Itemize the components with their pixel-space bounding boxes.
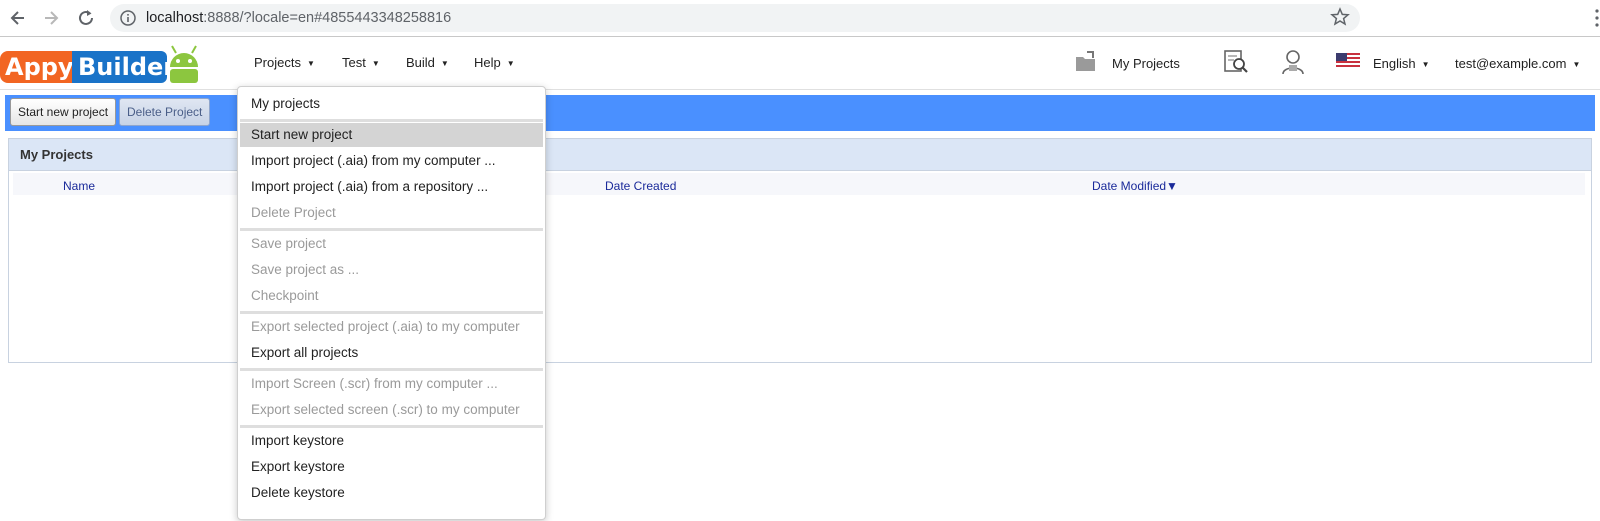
url-host: localhost bbox=[146, 10, 204, 26]
menu-item-import-screen[interactable]: Import Screen (.scr) from my computer ..… bbox=[240, 372, 543, 396]
menu-item-export-selected-project[interactable]: Export selected project (.aia) to my com… bbox=[240, 315, 543, 339]
column-date-modified[interactable]: Date Modified▼ bbox=[1092, 179, 1178, 193]
delete-project-button[interactable]: Delete Project bbox=[119, 98, 211, 126]
menu-help[interactable]: Help ▼ bbox=[474, 55, 515, 70]
menu-help-label: Help bbox=[474, 55, 501, 70]
caret-down-icon: ▼ bbox=[1421, 60, 1430, 69]
reload-icon[interactable] bbox=[75, 7, 97, 29]
url-text: localhost:8888/?locale=en#48554433482588… bbox=[146, 10, 451, 26]
user-account-menu[interactable]: test@example.com ▼ bbox=[1455, 56, 1580, 71]
menu-item-save-project[interactable]: Save project bbox=[240, 232, 543, 256]
menu-separator bbox=[240, 119, 543, 122]
menu-item-export-keystore[interactable]: Export keystore bbox=[240, 455, 543, 479]
menu-item-import-project-repository[interactable]: Import project (.aia) from a repository … bbox=[240, 175, 543, 199]
forward-arrow-icon[interactable] bbox=[40, 7, 62, 29]
caret-down-icon: ▼ bbox=[371, 59, 380, 68]
menu-build-label: Build bbox=[406, 55, 435, 70]
language-menu[interactable]: English ▼ bbox=[1373, 56, 1430, 71]
menu-separator bbox=[240, 228, 543, 231]
column-date-created[interactable]: Date Created bbox=[605, 179, 676, 193]
menu-item-start-new-project[interactable]: Start new project bbox=[240, 123, 543, 147]
menu-projects-label: Projects bbox=[254, 55, 301, 70]
menu-item-delete-project[interactable]: Delete Project bbox=[240, 201, 543, 225]
column-name[interactable]: Name bbox=[63, 179, 95, 193]
android-mascot-icon bbox=[170, 45, 198, 83]
menu-item-checkpoint[interactable]: Checkpoint bbox=[240, 284, 543, 308]
menu-separator bbox=[240, 311, 543, 314]
address-bar[interactable]: localhost:8888/?locale=en#48554433482588… bbox=[110, 4, 1360, 32]
menu-test[interactable]: Test ▼ bbox=[342, 55, 380, 70]
menu-item-export-selected-screen[interactable]: Export selected screen (.scr) to my comp… bbox=[240, 398, 543, 422]
logo-builder-text: Builder bbox=[72, 51, 175, 83]
browser-menu-icon[interactable] bbox=[1594, 8, 1600, 28]
url-path: :8888/?locale=en#4855443348258816 bbox=[203, 10, 452, 26]
info-icon[interactable] bbox=[120, 10, 136, 26]
menu-item-import-project-computer[interactable]: Import project (.aia) from my computer .… bbox=[240, 149, 543, 173]
caret-down-icon: ▼ bbox=[306, 59, 315, 68]
menu-item-import-keystore[interactable]: Import keystore bbox=[240, 429, 543, 453]
menu-item-export-all-projects[interactable]: Export all projects bbox=[240, 341, 543, 365]
us-flag-icon bbox=[1336, 53, 1360, 69]
menu-item-delete-keystore[interactable]: Delete keystore bbox=[240, 481, 543, 505]
bookmark-star-icon[interactable] bbox=[1330, 7, 1350, 27]
caret-down-icon: ▼ bbox=[1572, 60, 1581, 69]
menu-projects[interactable]: Projects ▼ bbox=[254, 55, 315, 70]
my-projects-link[interactable]: My Projects bbox=[1112, 56, 1180, 71]
folder-open-icon[interactable] bbox=[1073, 48, 1099, 74]
appybuilder-logo[interactable]: Appy Builder bbox=[0, 41, 205, 85]
menu-build[interactable]: Build ▼ bbox=[406, 55, 449, 70]
back-arrow-icon[interactable] bbox=[7, 7, 29, 29]
user-support-icon[interactable] bbox=[1280, 48, 1306, 76]
browser-toolbar: localhost:8888/?locale=en#48554433482588… bbox=[0, 0, 1600, 37]
language-label: English bbox=[1373, 56, 1416, 71]
start-new-project-button[interactable]: Start new project bbox=[10, 98, 117, 126]
projects-dropdown-menu: My projects Start new project Import pro… bbox=[237, 86, 546, 520]
app-header: Appy Builder Projects ▼ Test ▼ Build ▼ Help… bbox=[0, 38, 1600, 90]
menu-separator bbox=[240, 368, 543, 371]
menu-item-save-project-as[interactable]: Save project as ... bbox=[240, 258, 543, 282]
menu-separator bbox=[240, 425, 543, 428]
search-document-icon[interactable] bbox=[1222, 48, 1250, 76]
menu-test-label: Test bbox=[342, 55, 366, 70]
user-email: test@example.com bbox=[1455, 56, 1567, 71]
caret-down-icon: ▼ bbox=[440, 59, 449, 68]
menu-item-my-projects[interactable]: My projects bbox=[240, 92, 543, 116]
caret-down-icon: ▼ bbox=[506, 59, 515, 68]
